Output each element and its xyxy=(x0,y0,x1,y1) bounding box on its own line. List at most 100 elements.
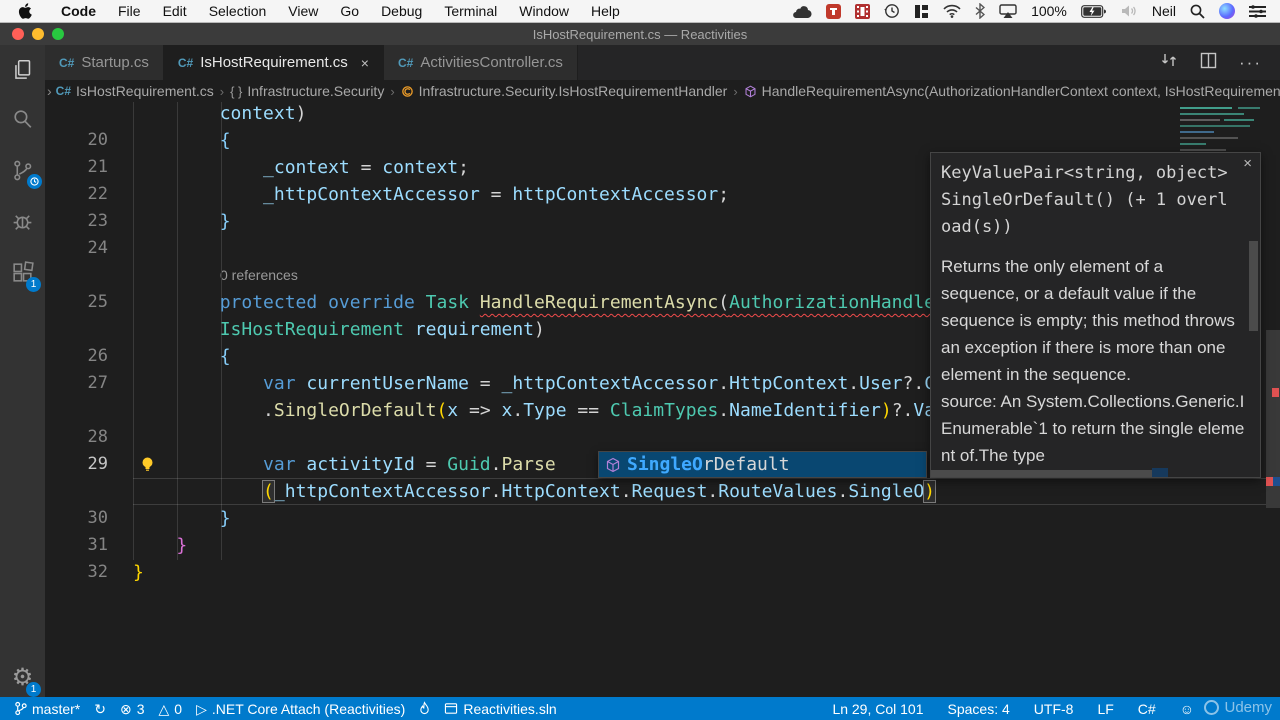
menu-item-go[interactable]: Go xyxy=(329,3,370,19)
solution-icon xyxy=(444,702,458,715)
tab-startup-cs[interactable]: C# Startup.cs xyxy=(45,45,164,80)
line-number: 23 xyxy=(87,211,108,231)
code-text: { xyxy=(219,130,231,151)
statusbar-errors[interactable]: ⊗ 3 xyxy=(120,701,145,717)
more-actions-icon[interactable]: ··· xyxy=(1239,53,1262,73)
code-text: IsHostRequirement requirement) xyxy=(219,319,545,340)
line-number: 29 xyxy=(87,454,108,474)
menu-item-file[interactable]: File xyxy=(107,3,152,19)
breadcrumb-item[interactable]: HandleRequirementAsync(AuthorizationHand… xyxy=(744,83,1280,99)
open-changes-icon[interactable] xyxy=(1160,51,1178,74)
breadcrumb-chevron[interactable]: › xyxy=(47,83,52,99)
tab-activitiescontroller-cs[interactable]: C# ActivitiesController.cs xyxy=(383,45,578,80)
menu-item-view[interactable]: View xyxy=(277,3,329,19)
volume-icon[interactable] xyxy=(1121,4,1138,18)
breadcrumb-item[interactable]: Infrastructure.Security.IsHostRequiremen… xyxy=(401,83,727,99)
code-line-20[interactable]: 20 { xyxy=(45,127,1280,154)
status-bar: master* ↻ ⊗ 3 △ 0 ▷ .NET Core Attach (Reactivit… xyxy=(0,697,1280,720)
class-icon xyxy=(401,85,414,98)
extensions-icon[interactable]: 1 xyxy=(0,250,45,295)
code-line-32[interactable]: 32} xyxy=(45,559,1280,586)
breadcrumb-item[interactable]: { } Infrastructure.Security xyxy=(230,83,384,99)
line-number: 25 xyxy=(87,292,108,312)
close-icon[interactable]: × xyxy=(1243,155,1252,172)
activity-bar: 1 ⚙ 1 xyxy=(0,45,45,697)
code-line-wrap[interactable]: context) xyxy=(45,100,1280,127)
statusbar-solution[interactable]: Reactivities.sln xyxy=(444,701,557,717)
statusbar-ln-29-col-101[interactable]: Ln 29, Col 101 xyxy=(832,701,923,717)
tab-ishostrequirement-cs[interactable]: C# IsHostRequirement.cs × xyxy=(163,45,384,80)
source-control-icon[interactable] xyxy=(0,148,45,193)
method-icon xyxy=(605,457,621,473)
lightbulb-icon[interactable] xyxy=(140,456,155,478)
tab-label: ActivitiesController.cs xyxy=(420,54,563,71)
statusbar-lf[interactable]: LF xyxy=(1097,701,1113,717)
explorer-icon[interactable] xyxy=(0,47,45,92)
code-line-31[interactable]: 31 } xyxy=(45,532,1280,559)
breadcrumb: › C# IsHostRequirement.cs ›{ } Infrastructu… xyxy=(45,80,1280,102)
time-machine-icon[interactable] xyxy=(884,3,900,19)
tooltip-scrollbar[interactable] xyxy=(1249,241,1258,331)
menu-item-terminal[interactable]: Terminal xyxy=(433,3,508,19)
code-line-wrap[interactable]: (_httpContextAccessor.HttpContext.Reques… xyxy=(45,478,1280,505)
split-editor-icon[interactable] xyxy=(1200,52,1217,74)
menu-item-edit[interactable]: Edit xyxy=(152,3,198,19)
menu-item-code[interactable]: Code xyxy=(50,3,107,19)
intellisense-suggest-widget[interactable]: SingleO rDefault xyxy=(598,451,927,478)
window-titlebar[interactable]: IsHostRequirement.cs — Reactivities xyxy=(0,23,1280,45)
line-number: 24 xyxy=(87,238,108,258)
line-number: 26 xyxy=(87,346,108,366)
statusbar-flame[interactable] xyxy=(419,701,430,716)
line-number: 20 xyxy=(87,130,108,150)
feedback-smiley-icon[interactable]: ☺ xyxy=(1180,701,1194,717)
line-number: 32 xyxy=(87,562,108,582)
code-text: } xyxy=(219,211,231,232)
tab-label: IsHostRequirement.cs xyxy=(200,54,348,71)
bartender-icon[interactable] xyxy=(914,4,929,19)
wifi-icon[interactable] xyxy=(943,4,961,18)
sync-icon: ↻ xyxy=(94,700,106,717)
code-text: { xyxy=(219,346,231,367)
video-app-icon[interactable] xyxy=(855,3,871,19)
menu-item-debug[interactable]: Debug xyxy=(370,3,433,19)
breadcrumb-separator: › xyxy=(733,83,738,99)
search-icon[interactable] xyxy=(0,97,45,142)
statusbar-spaces-4[interactable]: Spaces: 4 xyxy=(948,701,1010,717)
menu-item-window[interactable]: Window xyxy=(508,3,580,19)
intellisense-docs-tooltip: KeyValuePair<string, object> SingleOrDef… xyxy=(930,152,1261,478)
battery-icon[interactable] xyxy=(1080,4,1107,18)
control-center-icon[interactable] xyxy=(1249,4,1266,18)
debug-icon[interactable] xyxy=(0,199,45,244)
code-text: } xyxy=(219,508,231,529)
airplay-icon[interactable] xyxy=(999,4,1017,18)
line-number: 27 xyxy=(87,373,108,393)
code-text: var activityId = Guid.Parse xyxy=(263,454,556,475)
statusbar-warnings[interactable]: △ 0 xyxy=(159,701,183,717)
statusbar-sync[interactable]: ↻ xyxy=(94,702,106,716)
tab-label: Startup.cs xyxy=(81,54,149,71)
suggest-item-match: SingleO xyxy=(627,454,703,475)
toolbox-icon[interactable] xyxy=(826,3,842,19)
namespace-icon: { } xyxy=(230,83,243,99)
menubar-username[interactable]: Neil xyxy=(1152,3,1176,19)
settings-gear-icon[interactable]: ⚙ 1 xyxy=(0,655,45,700)
spotlight-search-icon[interactable] xyxy=(1190,4,1205,19)
statusbar-utf-8[interactable]: UTF-8 xyxy=(1034,701,1074,717)
code-line-30[interactable]: 30 } xyxy=(45,505,1280,532)
editor-tab-bar: C# Startup.cs C# IsHostRequirement.cs × C# Act… xyxy=(45,45,1280,80)
line-number xyxy=(45,478,133,505)
tooltip-hscrollbar[interactable] xyxy=(931,470,1152,477)
menu-item-selection[interactable]: Selection xyxy=(198,3,278,19)
menu-item-help[interactable]: Help xyxy=(580,3,631,19)
close-icon[interactable]: × xyxy=(361,55,369,71)
breadcrumb-item[interactable]: C# IsHostRequirement.cs xyxy=(56,83,214,99)
statusbar-c-[interactable]: C# xyxy=(1138,701,1156,717)
apple-menu-icon[interactable] xyxy=(18,3,32,19)
code-text: _context = context; xyxy=(263,157,469,178)
statusbar-play[interactable]: ▷ .NET Core Attach (Reactivities) xyxy=(196,701,405,717)
tooltip-description: Returns the only element of a sequence, … xyxy=(941,257,1235,384)
cloud-icon[interactable] xyxy=(792,4,812,18)
statusbar-git-branch[interactable]: master* xyxy=(14,701,80,717)
siri-icon[interactable] xyxy=(1219,3,1235,19)
bluetooth-icon[interactable] xyxy=(975,3,986,19)
